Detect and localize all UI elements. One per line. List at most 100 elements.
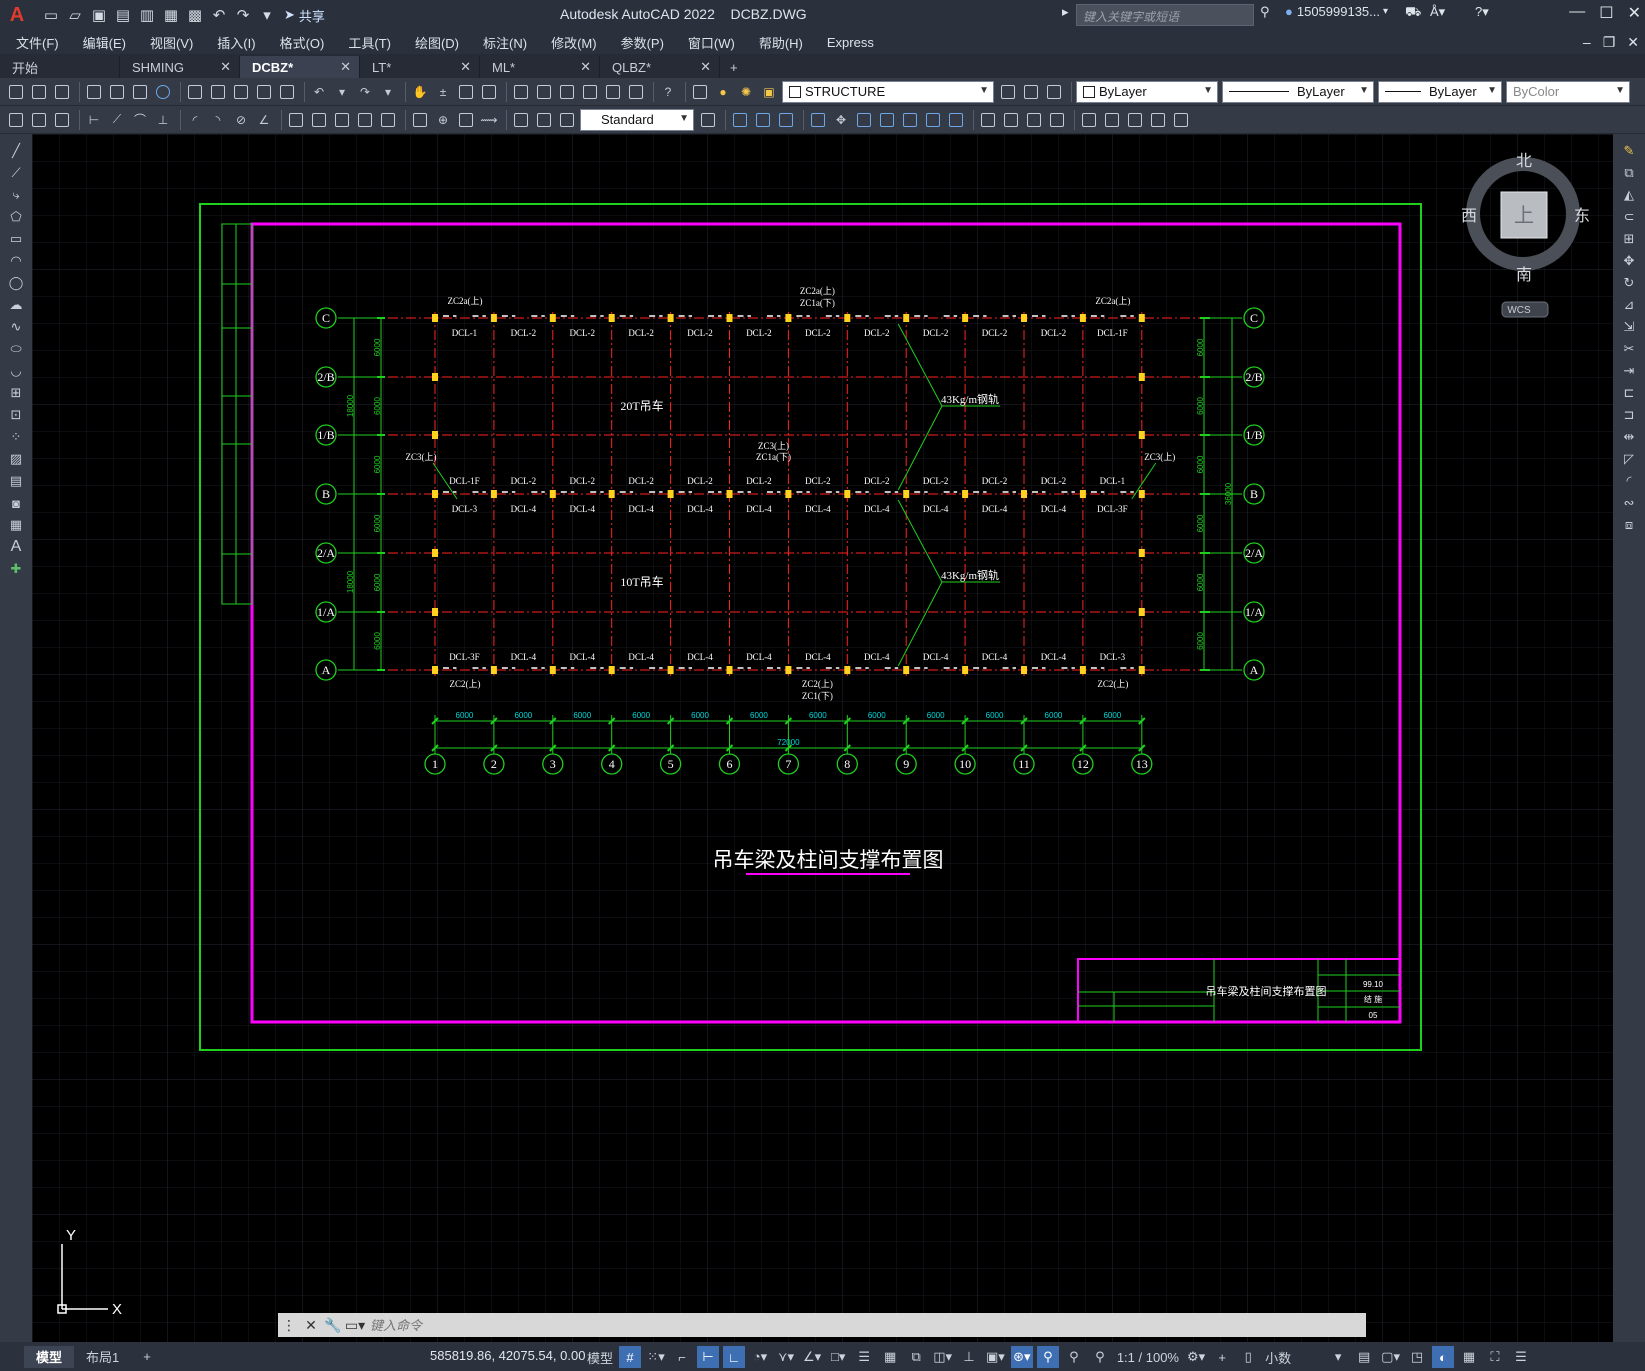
open-icon[interactable]	[29, 82, 49, 102]
customize-status-icon[interactable]: ☰	[1510, 1346, 1532, 1368]
isodraft-icon[interactable]: ⋎▾	[775, 1346, 797, 1368]
aligned-dim-icon[interactable]: ⟋	[107, 110, 127, 130]
save-icon[interactable]: ▣	[88, 4, 110, 26]
save-icon[interactable]	[52, 82, 72, 102]
undo-icon[interactable]: ↶	[309, 82, 329, 102]
dim-edit-icon[interactable]	[511, 110, 531, 130]
tab-dcbz[interactable]: DCBZ* ✕	[240, 56, 360, 78]
save-as-icon[interactable]: ▤	[112, 4, 134, 26]
zoom-previous-icon[interactable]	[479, 82, 499, 102]
ellipse-icon[interactable]: ⬭	[5, 338, 27, 360]
jogged-linear-icon[interactable]: ⟿	[479, 110, 499, 130]
viewcube-west[interactable]: 西	[1461, 206, 1477, 225]
add-selected-icon[interactable]: ✚	[5, 558, 27, 580]
copy-obj-icon[interactable]	[730, 110, 750, 130]
fillet-icon[interactable]: ◜	[1618, 470, 1640, 492]
angular-dim-icon[interactable]: ∠	[254, 110, 274, 130]
design-center-icon[interactable]	[534, 82, 554, 102]
menu-edit[interactable]: 编辑(E)	[83, 33, 126, 52]
menu-draw[interactable]: 绘图(D)	[415, 33, 459, 52]
insert-block-icon[interactable]: ⊞	[5, 382, 27, 404]
region-icon[interactable]: ◙	[5, 492, 27, 514]
workspace-gear-icon[interactable]: ⚙▾	[1185, 1346, 1207, 1368]
lineweight-icon[interactable]: ☰	[853, 1346, 875, 1368]
viewcube-east[interactable]: 东	[1574, 206, 1590, 225]
annotation-visibility-icon[interactable]: ⚲	[1036, 1346, 1059, 1368]
drawing-canvas[interactable]: C C 2/B 2/B 1/B 1/B B B 2/A 2/A 1/A 1/A A A 6000 6000 60…	[32, 134, 1613, 1342]
snap-mode-icon[interactable]: ⁙▾	[645, 1346, 667, 1368]
close-tab-icon[interactable]: ✕	[700, 59, 711, 75]
linear-dim-icon[interactable]: ⊢	[84, 110, 104, 130]
extend-icon[interactable]	[946, 110, 966, 130]
zoom-realtime-icon[interactable]: ±	[433, 82, 453, 102]
rotate-icon[interactable]: ↻	[1618, 272, 1640, 294]
explode-icon[interactable]	[1079, 110, 1099, 130]
minimize-icon[interactable]: —	[1569, 3, 1585, 23]
tolerance-icon[interactable]	[410, 110, 430, 130]
layer-freeze-icon[interactable]: ✺	[736, 82, 756, 102]
cursor-coordinates[interactable]: 585819.86, 42075.54, 0.00	[430, 1348, 585, 1363]
publish-icon[interactable]: ▥	[136, 4, 158, 26]
dynamic-input-icon[interactable]: ⊢	[697, 1346, 720, 1368]
viewcube-face[interactable]: 上	[1514, 203, 1534, 227]
match-properties-icon[interactable]	[254, 82, 274, 102]
new-file-icon[interactable]: ▭	[40, 4, 62, 26]
copy-icon[interactable]	[208, 82, 228, 102]
attribute-icon[interactable]	[52, 110, 72, 130]
layer-lock-icon[interactable]: ▣	[759, 82, 779, 102]
print-preview-icon[interactable]	[107, 82, 127, 102]
publish-icon[interactable]	[153, 82, 173, 102]
help-search-input[interactable]: 键入关键字或短语	[1076, 4, 1254, 26]
doc-restore-icon[interactable]: ❐	[1603, 34, 1616, 51]
construction-line-icon[interactable]: ⟋	[5, 162, 27, 184]
close-tab-icon[interactable]: ✕	[580, 59, 591, 75]
array-icon[interactable]: ⊞	[1618, 228, 1640, 250]
dim-text-edit-icon[interactable]	[534, 110, 554, 130]
annotation-scale-value[interactable]: 1:1 / 100%	[1115, 1346, 1181, 1368]
cart-icon[interactable]: ⛟	[1405, 4, 1421, 22]
share-button[interactable]: ➤ 共享	[284, 6, 325, 25]
ortho-icon[interactable]: ∟	[723, 1346, 746, 1368]
layer-on-icon[interactable]: ●	[713, 82, 733, 102]
quickcalc-icon[interactable]	[626, 82, 646, 102]
selection-filter-icon[interactable]: ▣▾	[984, 1346, 1007, 1368]
point-icon[interactable]: ⁘	[5, 426, 27, 448]
rectangle-icon[interactable]: ▭	[5, 228, 27, 250]
menu-express[interactable]: Express	[827, 35, 874, 50]
menu-parametric[interactable]: 参数(P)	[621, 33, 664, 52]
break-icon[interactable]	[978, 110, 998, 130]
layer-manager-icon[interactable]	[690, 82, 710, 102]
menu-tools[interactable]: 工具(T)	[348, 33, 391, 52]
viewcube-south[interactable]: 南	[1516, 265, 1532, 284]
gradient-icon[interactable]: ▤	[5, 470, 27, 492]
pan-icon[interactable]: ✋	[410, 82, 430, 102]
close-command-icon[interactable]: ✕	[300, 1314, 322, 1336]
inspection-icon[interactable]	[456, 110, 476, 130]
wcs-label[interactable]: WCS	[1507, 305, 1531, 316]
doc-minimize-icon[interactable]: –	[1583, 34, 1591, 50]
polyline-icon[interactable]: ⤷	[5, 184, 27, 206]
dim-space-icon[interactable]	[355, 110, 375, 130]
transparency-icon[interactable]: ▦	[879, 1346, 901, 1368]
stretch-icon[interactable]: ⇲	[1618, 316, 1640, 338]
close-tab-icon[interactable]: ✕	[220, 59, 231, 75]
sheet-set-icon[interactable]	[580, 82, 600, 102]
break-icon[interactable]: ⊐	[1618, 404, 1640, 426]
chamfer-icon[interactable]: ◸	[1618, 448, 1640, 470]
center-mark-icon[interactable]: ⊕	[433, 110, 453, 130]
linetype-dropdown[interactable]: ByLayer ▼	[1222, 80, 1374, 103]
print-icon[interactable]	[84, 82, 104, 102]
infer-constraints-icon[interactable]: ⌐	[671, 1346, 693, 1368]
units-icon[interactable]: ▯	[1237, 1346, 1259, 1368]
arc-icon[interactable]: ◠	[5, 250, 27, 272]
diameter-dim-icon[interactable]: ⊘	[231, 110, 251, 130]
offset-icon[interactable]	[776, 110, 796, 130]
menu-file[interactable]: 文件(F)	[16, 33, 59, 52]
table-icon[interactable]: ▦	[5, 514, 27, 536]
grip-icon[interactable]: ⋮	[278, 1314, 300, 1336]
units-value[interactable]: 小数	[1263, 1346, 1323, 1368]
selection-cycling-icon[interactable]: ⧉	[905, 1346, 927, 1368]
hardware-acceleration-icon[interactable]: ◐	[1431, 1346, 1454, 1368]
close-tab-icon[interactable]: ✕	[340, 59, 351, 75]
markup-icon[interactable]	[603, 82, 623, 102]
